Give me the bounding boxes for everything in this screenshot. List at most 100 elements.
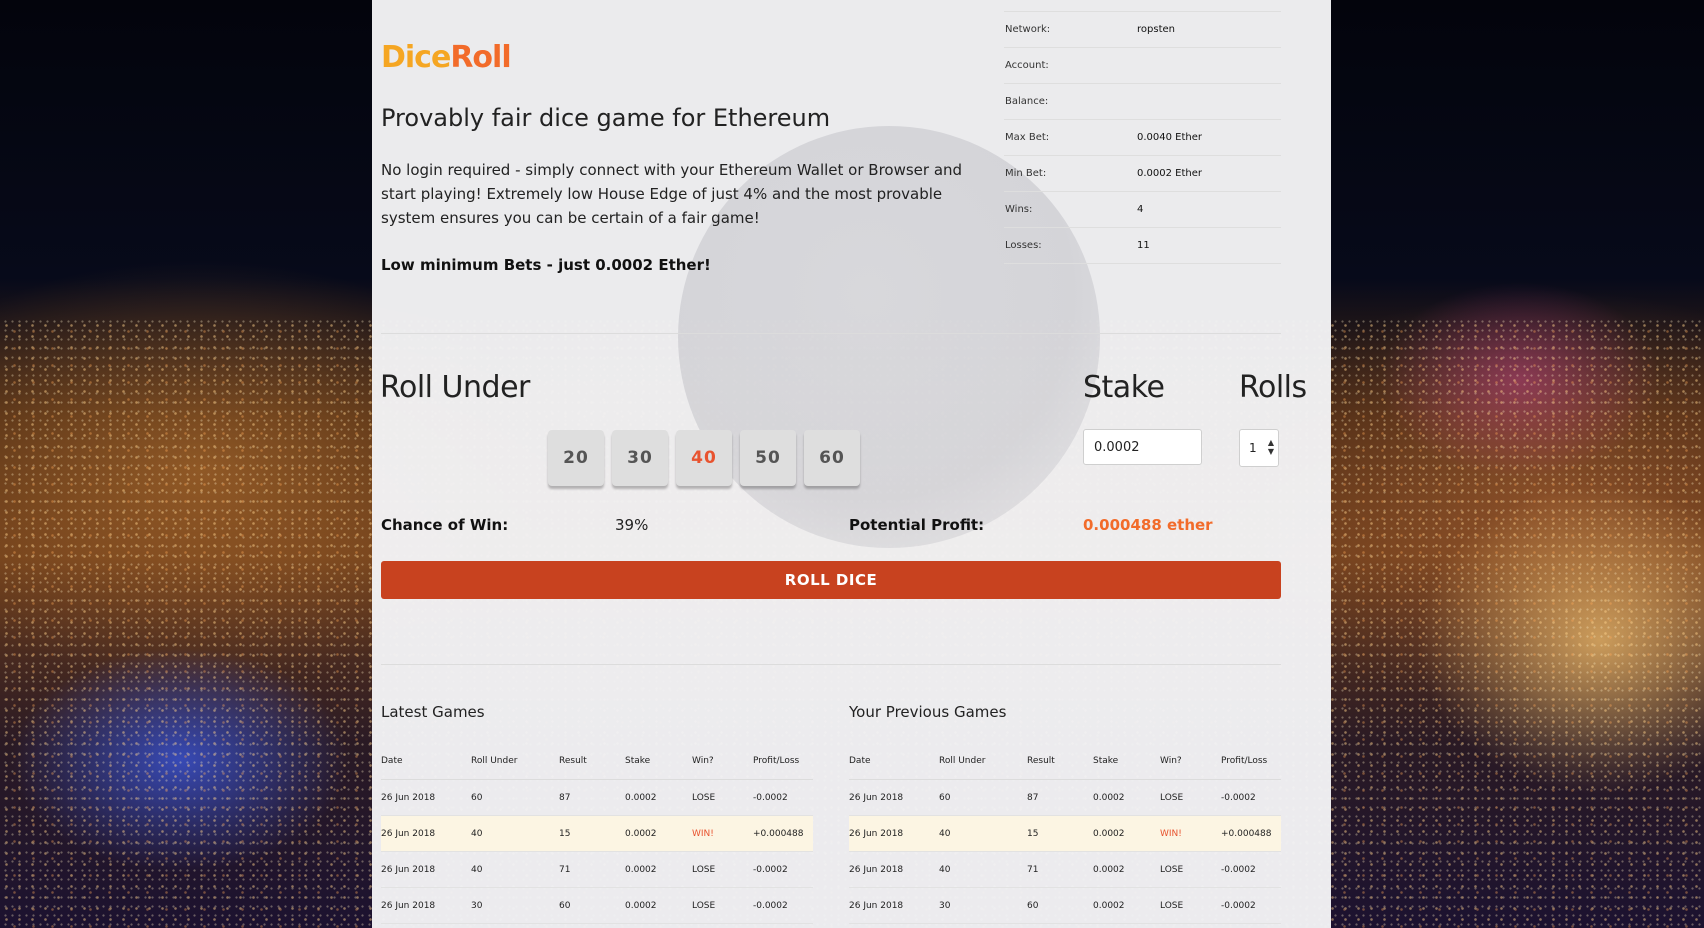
cell-roll-under: 30: [471, 887, 559, 924]
cell-roll-under: 40: [471, 815, 559, 852]
table-row: 26 Jun 2018 40 71 0.0002 LOSE -0.0002: [849, 851, 1281, 888]
stepper-arrows-icon: ▲ ▼: [1267, 438, 1274, 456]
chance-value: 39%: [615, 516, 649, 534]
cell-win: LOSE: [1160, 887, 1221, 924]
info-value: 11: [1137, 240, 1150, 251]
column-header: Roll Under: [471, 743, 559, 780]
cell-result: 87: [1027, 779, 1093, 816]
column-header: Date: [381, 743, 471, 780]
table-row: 26 Jun 2018 40 71 0.0002 LOSE -0.0002: [381, 851, 813, 888]
cell-profit: +0.000488: [753, 815, 813, 852]
cell-profit: -0.0002: [1221, 851, 1281, 888]
rolls-select[interactable]: 1 ▲ ▼: [1239, 429, 1279, 467]
cell-stake: 0.0002: [625, 887, 692, 924]
cell-stake: 0.0002: [625, 815, 692, 852]
previous-games-title: Your Previous Games: [849, 703, 1007, 721]
info-value: 4: [1137, 204, 1144, 215]
table-header-row: Date Roll Under Result Stake Win? Profit…: [849, 743, 1281, 780]
cell-roll-under: 40: [939, 851, 1027, 888]
cell-result: 60: [559, 887, 625, 924]
column-header: Stake: [625, 743, 692, 780]
roll-under-40-button[interactable]: 40: [676, 430, 732, 486]
column-header: Roll Under: [939, 743, 1027, 780]
cell-profit: +0.000488: [1221, 815, 1281, 852]
table-row: 26 Jun 2018 30 60 0.0002 LOSE -0.0002: [381, 887, 813, 924]
table-row: 26 Jun 2018 30 60 0.0002 LOSE -0.0002: [849, 887, 1281, 924]
info-label: Account:: [1005, 60, 1049, 71]
latest-games-title: Latest Games: [381, 703, 485, 721]
roll-under-50-button[interactable]: 50: [740, 430, 796, 486]
info-label: Losses:: [1005, 240, 1042, 251]
latest-games-table: Date Roll Under Result Stake Win? Profit…: [381, 743, 813, 924]
min-bet-note: Low minimum Bets - just 0.0002 Ether!: [381, 256, 711, 274]
chance-label: Chance of Win:: [381, 516, 509, 534]
profit-label: Potential Profit:: [849, 516, 985, 534]
cell-stake: 0.0002: [1093, 779, 1160, 816]
roll-dice-button[interactable]: ROLL DICE: [381, 561, 1281, 599]
info-label: Max Bet:: [1005, 132, 1050, 143]
info-row-max-bet: Max Bet: 0.0040 Ether: [1004, 120, 1281, 156]
info-row-account: Account:: [1004, 48, 1281, 84]
logo[interactable]: DiceRoll: [381, 40, 512, 75]
stake-input[interactable]: [1083, 429, 1202, 465]
info-label: Network:: [1005, 24, 1051, 35]
cell-stake: 0.0002: [625, 779, 692, 816]
column-header: Profit/Loss: [753, 743, 813, 780]
info-row-balance: Balance:: [1004, 84, 1281, 120]
cell-win: LOSE: [692, 887, 753, 924]
cell-result: 15: [1027, 815, 1093, 852]
info-label: Min Bet:: [1005, 168, 1047, 179]
account-info-table: Network: ropsten Account: Balance: Max Be…: [1004, 11, 1281, 264]
intro-text: No login required - simply connect with …: [381, 161, 963, 227]
divider: [381, 664, 1281, 665]
profit-value: 0.000488 ether: [1083, 516, 1213, 534]
cell-date: 26 Jun 2018: [381, 851, 471, 888]
info-label: Balance:: [1005, 96, 1049, 107]
column-header: Result: [1027, 743, 1093, 780]
rolls-value: 1: [1249, 441, 1257, 455]
column-header: Profit/Loss: [1221, 743, 1281, 780]
cell-result: 71: [1027, 851, 1093, 888]
info-row-losses: Losses: 11: [1004, 228, 1281, 264]
cell-profit: -0.0002: [753, 851, 813, 888]
cell-win: LOSE: [1160, 851, 1221, 888]
info-label: Wins:: [1005, 204, 1033, 215]
info-row-wins: Wins: 4: [1004, 192, 1281, 228]
table-row: 26 Jun 2018 60 87 0.0002 LOSE -0.0002: [849, 779, 1281, 816]
cell-stake: 0.0002: [625, 851, 692, 888]
column-header: Win?: [1160, 743, 1221, 780]
column-header: Stake: [1093, 743, 1160, 780]
column-header: Win?: [692, 743, 753, 780]
info-row-min-bet: Min Bet: 0.0002 Ether: [1004, 156, 1281, 192]
cell-win: WIN!: [692, 815, 753, 852]
cell-roll-under: 60: [471, 779, 559, 816]
roll-under-heading: Roll Under: [380, 370, 530, 405]
cell-profit: -0.0002: [753, 779, 813, 816]
cell-result: 15: [559, 815, 625, 852]
cell-win: WIN!: [1160, 815, 1221, 852]
info-row-network: Network: ropsten: [1004, 12, 1281, 48]
cell-date: 26 Jun 2018: [381, 779, 471, 816]
divider: [381, 333, 1281, 334]
roll-under-30-button[interactable]: 30: [612, 430, 668, 486]
roll-under-20-button[interactable]: 20: [548, 430, 604, 486]
cell-roll-under: 40: [939, 815, 1027, 852]
cell-roll-under: 30: [939, 887, 1027, 924]
cell-roll-under: 60: [939, 779, 1027, 816]
cell-stake: 0.0002: [1093, 887, 1160, 924]
column-header: Result: [559, 743, 625, 780]
cell-profit: -0.0002: [1221, 887, 1281, 924]
roll-under-60-button[interactable]: 60: [804, 430, 860, 486]
table-row: 26 Jun 2018 40 15 0.0002 WIN! +0.000488: [849, 815, 1281, 852]
info-value: ropsten: [1137, 24, 1175, 35]
cell-date: 26 Jun 2018: [381, 887, 471, 924]
info-value: 0.0040 Ether: [1137, 132, 1203, 143]
table-header-row: Date Roll Under Result Stake Win? Profit…: [381, 743, 813, 780]
stake-heading: Stake: [1083, 370, 1165, 405]
cell-date: 26 Jun 2018: [849, 779, 939, 816]
cell-result: 87: [559, 779, 625, 816]
cell-stake: 0.0002: [1093, 815, 1160, 852]
cell-date: 26 Jun 2018: [849, 887, 939, 924]
cell-stake: 0.0002: [1093, 851, 1160, 888]
cell-date: 26 Jun 2018: [849, 851, 939, 888]
